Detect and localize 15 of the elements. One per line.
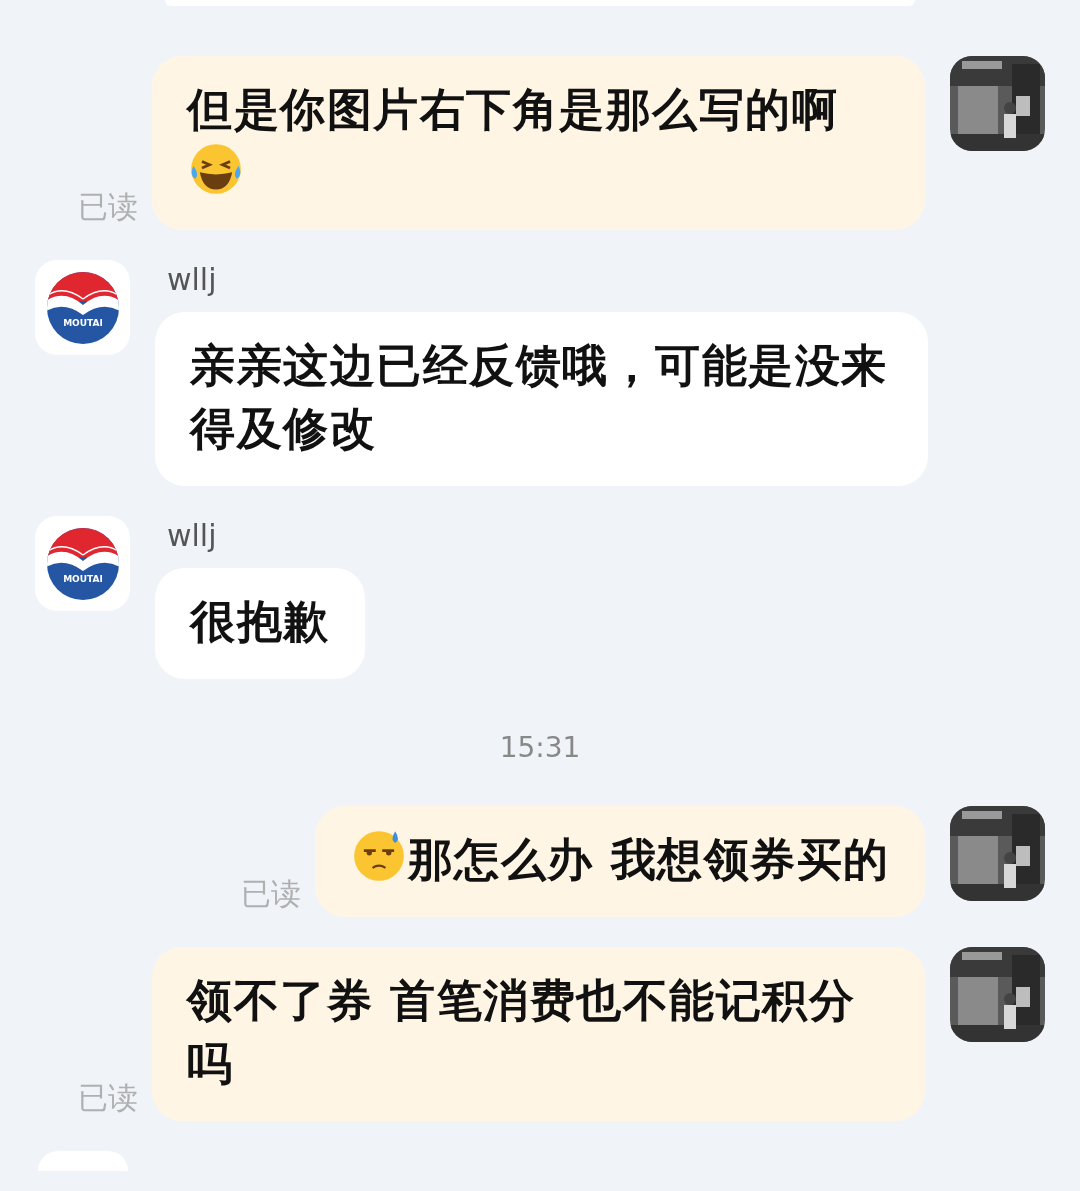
sender-name: wllj <box>167 261 217 299</box>
message-bubble: 但是你图片右下角是那么写的啊 <box>152 56 925 230</box>
sender-name: wllj <box>167 517 217 555</box>
read-receipt: 已读 <box>78 1079 138 1117</box>
message-bubble: 亲亲这边已经反馈哦，可能是没来得及修改 <box>155 312 928 486</box>
message-bubble: 很抱歉 <box>155 568 365 679</box>
laughing-emoji-icon <box>189 142 243 196</box>
logo-icon: MOUTAI <box>45 526 120 601</box>
message-bubble: 领不了券 首笔消费也不能记积分吗 <box>152 947 925 1121</box>
read-receipt: 已读 <box>78 188 138 226</box>
timestamp: 15:31 <box>499 731 581 764</box>
sweat-emoji-icon <box>351 829 406 883</box>
logo-icon: MOUTAI <box>45 270 120 345</box>
message-bubble: 那怎么办 我想领券买的 <box>314 806 925 917</box>
read-receipt: 已读 <box>240 875 301 913</box>
